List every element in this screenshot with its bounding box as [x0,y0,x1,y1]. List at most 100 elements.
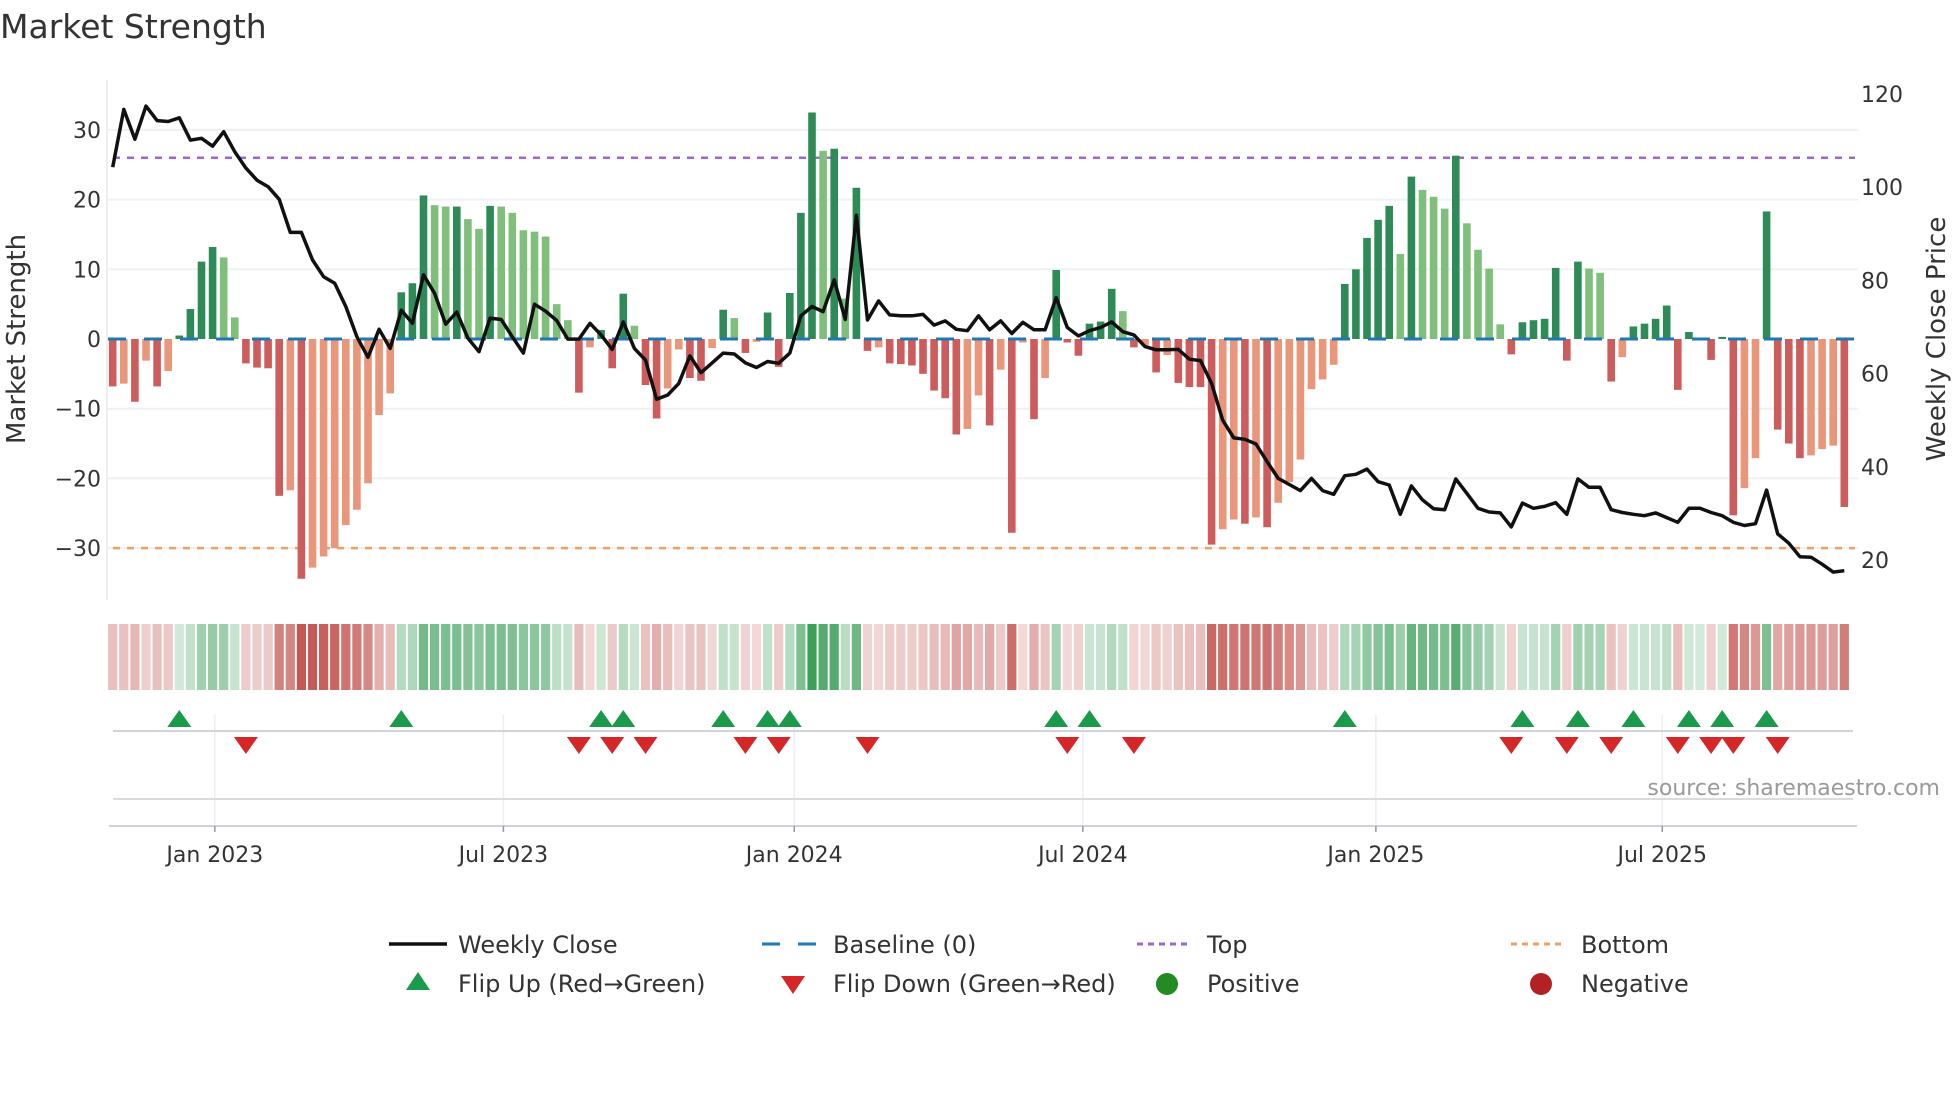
strip-cell [1207,624,1217,690]
strength-bar [1618,339,1627,358]
strength-bar [952,339,961,435]
y2-tick-label: 20 [1861,549,1889,574]
strip-cell [1351,624,1361,690]
strip-cell [441,624,451,690]
strip-cell [763,624,773,690]
strength-bar [1685,332,1693,339]
strip-cell [607,624,617,690]
strip-cell [319,624,329,690]
strip-cell [951,624,961,690]
strength-bar [974,339,983,396]
strength-bar [1474,249,1482,339]
strength-bar [1185,339,1194,388]
strip-cell [1795,624,1805,690]
strip-cell [707,624,717,690]
legend-item-bottom[interactable]: Bottom [1511,931,1669,959]
strength-bar [1574,261,1582,339]
flip-up-marker [711,710,736,727]
strip-cell [1184,624,1194,690]
strength-bar [675,339,683,350]
strip-cell [1318,624,1328,690]
strength-bar [1551,267,1560,339]
strip-cell [663,624,673,690]
strip-cell [274,624,284,690]
legend-item-positive[interactable]: Positive [1156,970,1300,998]
strip-cell [874,624,884,690]
strength-bar [1463,223,1471,339]
strength-bar [1785,339,1793,444]
strip-cell [851,624,861,690]
strip-cell [829,624,839,690]
strength-bar [430,205,439,339]
strength-bar [308,339,317,568]
legend-item-baseline[interactable]: Baseline (0) [762,931,976,959]
strip-cell [1096,624,1106,690]
strength-bar [1418,189,1427,339]
y-tick-label: 30 [73,119,101,144]
triangle-up-icon [406,972,430,990]
strip-cell [1429,624,1439,690]
strip-cell [785,624,795,690]
strip-cell [1162,624,1172,690]
strip-cell [1406,624,1416,690]
strength-bar [1740,339,1749,489]
strength-bar [142,339,150,361]
strength-bar [863,339,872,351]
legend-item-flip-down[interactable]: Flip Down (Green→Red) [781,970,1116,998]
strength-bar [1008,339,1016,533]
right-axis-label: Weekly Close Price [1922,217,1952,462]
strength-heat-strip [108,624,1849,690]
strength-bar [1651,318,1660,339]
strip-cell [674,624,684,690]
strip-cell [1329,624,1339,690]
strip-cell [1606,624,1616,690]
strength-bar [1807,339,1815,456]
strength-bar [1252,339,1260,518]
market-strength-chart: Market Strength 3020100−10−20−30 1201008… [0,7,1952,998]
strength-bar [1318,339,1327,380]
strip-cell [629,624,639,690]
flip-up-marker [167,710,192,727]
y-tick-label: −20 [55,467,101,492]
flip-up-marker [1676,710,1701,727]
flip-up-marker [1754,710,1779,727]
strength-bar [1751,339,1760,459]
strip-cell [252,624,262,690]
strip-cell [130,624,140,690]
y2-tick-label: 40 [1861,456,1889,481]
legend-item-flip-up[interactable]: Flip Up (Red→Green) [406,970,706,998]
legend-item-negative[interactable]: Negative [1530,970,1689,998]
strip-cell [563,624,573,690]
flip-up-marker [1077,710,1102,727]
flip-down-marker [1554,737,1579,754]
strength-bar [786,292,794,339]
strength-bar [1352,269,1360,339]
flip-up-marker [611,710,636,727]
flip-up-marker [1565,710,1590,727]
strength-bar [319,339,328,557]
chart-title: Market Strength [0,7,267,46]
strip-cell [241,624,251,690]
strip-cell [452,624,462,690]
strip-cell [1528,624,1539,690]
strip-cell [1706,624,1716,690]
legend-item-weekly-close[interactable]: Weekly Close [389,931,618,959]
strength-bar [120,339,128,384]
strip-cell [796,624,806,690]
strip-cell [1628,624,1638,690]
strip-cell [263,624,273,690]
strip-cell [474,624,484,690]
strip-cell [552,624,562,690]
legend-label: Top [1206,931,1248,959]
strip-cell [973,624,984,690]
strength-bar [1041,339,1049,379]
legend-label: Flip Down (Green→Red) [833,970,1116,998]
strength-bar [164,339,172,372]
strip-cell [396,624,406,690]
strength-bar [741,339,750,353]
legend-item-top[interactable]: Top [1137,931,1248,959]
strip-cell [596,624,606,690]
strip-cell [307,624,318,690]
strength-bar [1263,339,1271,528]
strength-bar [1529,320,1538,339]
